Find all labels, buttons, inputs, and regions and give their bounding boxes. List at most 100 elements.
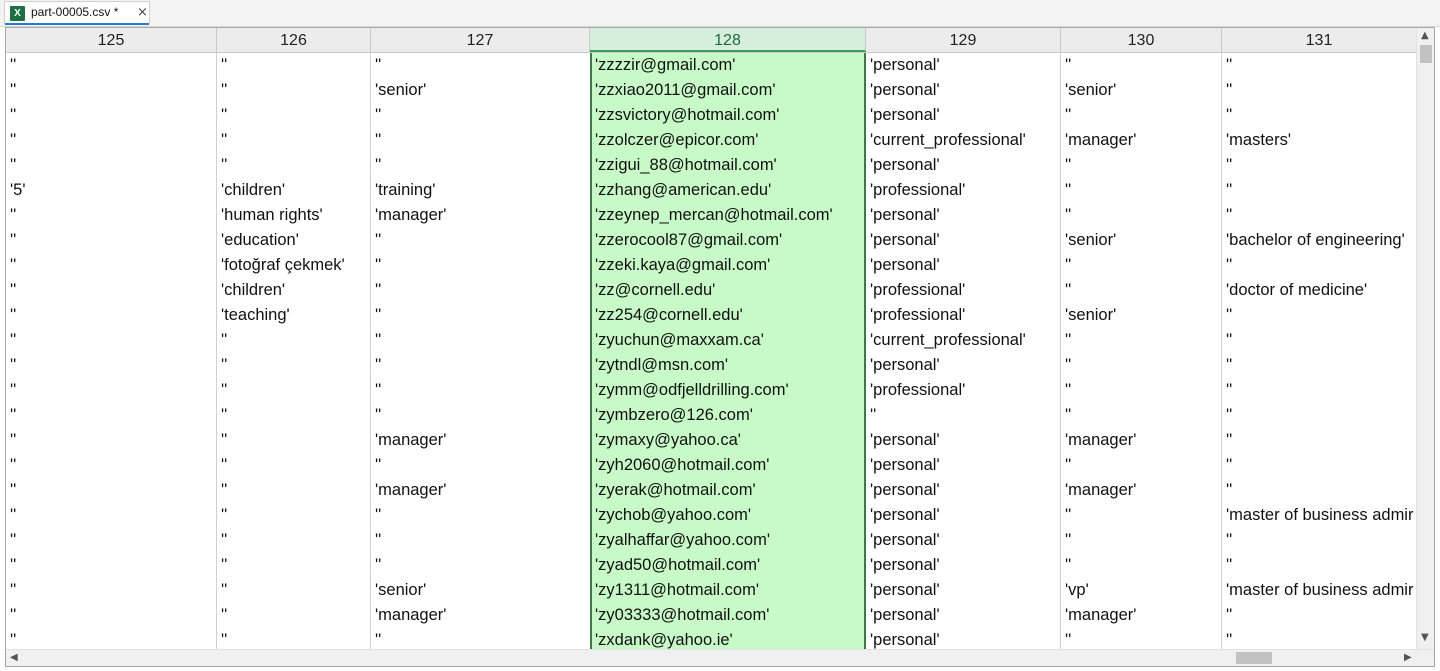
cell-col-131[interactable]: '' [1222, 203, 1416, 228]
cell-col-130[interactable]: 'manager' [1061, 478, 1221, 503]
cell-col-128[interactable]: 'zzeynep_mercan@hotmail.com' [591, 203, 866, 228]
cell-col-126[interactable]: '' [217, 328, 370, 353]
cell-col-129[interactable]: 'personal' [866, 353, 1060, 378]
cell-col-128[interactable]: 'zz254@cornell.edu' [591, 303, 866, 328]
cell-col-127[interactable]: '' [371, 53, 589, 78]
cell-col-126[interactable]: 'human rights' [217, 203, 370, 228]
scroll-left-icon[interactable]: ◀ [10, 652, 18, 663]
vertical-scroll-thumb[interactable] [1420, 45, 1432, 63]
cell-col-129[interactable]: 'personal' [866, 203, 1060, 228]
column-header-128[interactable]: 128 [590, 28, 866, 52]
cell-col-126[interactable]: 'teaching' [217, 303, 370, 328]
cell-col-126[interactable]: '' [217, 428, 370, 453]
cell-col-127[interactable]: '' [371, 253, 589, 278]
cell-col-125[interactable]: '' [6, 503, 216, 528]
cell-col-125[interactable]: '' [6, 228, 216, 253]
cell-col-130[interactable]: 'vp' [1061, 578, 1221, 603]
cell-col-128[interactable]: 'zymm@odfjelldrilling.com' [591, 378, 866, 403]
cell-col-125[interactable]: '' [6, 278, 216, 303]
cell-col-127[interactable]: 'senior' [371, 78, 589, 103]
cell-col-131[interactable]: 'master of business admir [1222, 578, 1416, 603]
cell-col-130[interactable]: '' [1061, 628, 1221, 650]
cell-col-126[interactable]: '' [217, 453, 370, 478]
cell-col-125[interactable]: '' [6, 303, 216, 328]
cell-col-130[interactable]: 'senior' [1061, 228, 1221, 253]
cell-col-126[interactable]: 'children' [217, 278, 370, 303]
cell-col-128[interactable]: 'zymaxy@yahoo.ca' [591, 428, 866, 453]
cell-col-127[interactable]: 'senior' [371, 578, 589, 603]
cell-col-129[interactable]: 'personal' [866, 478, 1060, 503]
cell-col-125[interactable]: '' [6, 528, 216, 553]
cell-col-131[interactable]: '' [1222, 153, 1416, 178]
cell-col-130[interactable]: '' [1061, 153, 1221, 178]
cell-col-129[interactable]: 'professional' [866, 178, 1060, 203]
cell-col-129[interactable]: 'personal' [866, 103, 1060, 128]
cell-col-131[interactable]: '' [1222, 378, 1416, 403]
cell-col-126[interactable]: '' [217, 603, 370, 628]
cell-col-130[interactable]: '' [1061, 278, 1221, 303]
cell-col-127[interactable]: '' [371, 278, 589, 303]
cell-col-130[interactable]: '' [1061, 453, 1221, 478]
cell-col-129[interactable]: '' [866, 403, 1060, 428]
cell-col-130[interactable]: 'manager' [1061, 428, 1221, 453]
cell-col-126[interactable]: '' [217, 553, 370, 578]
cell-col-131[interactable]: '' [1222, 253, 1416, 278]
cell-col-128[interactable]: 'zzolczer@epicor.com' [591, 128, 866, 153]
cell-col-128[interactable]: 'zymbzero@126.com' [591, 403, 866, 428]
cell-col-130[interactable]: '' [1061, 203, 1221, 228]
column-header-126[interactable]: 126 [217, 28, 371, 52]
cell-col-127[interactable]: '' [371, 453, 589, 478]
cell-col-127[interactable]: '' [371, 303, 589, 328]
cell-col-126[interactable]: '' [217, 403, 370, 428]
horizontal-scroll-thumb[interactable] [1236, 652, 1272, 664]
cell-col-128[interactable]: 'zzhang@american.edu' [591, 178, 866, 203]
close-icon[interactable]: × [137, 5, 148, 20]
cell-col-131[interactable]: 'doctor of medicine' [1222, 278, 1416, 303]
cell-col-125[interactable]: '' [6, 78, 216, 103]
cell-col-131[interactable]: 'bachelor of engineering' [1222, 228, 1416, 253]
cell-col-131[interactable]: '' [1222, 478, 1416, 503]
column-header-131[interactable]: 131 [1222, 28, 1417, 52]
cell-col-125[interactable]: '' [6, 153, 216, 178]
cell-col-129[interactable]: 'professional' [866, 303, 1060, 328]
cell-col-129[interactable]: 'current_professional' [866, 128, 1060, 153]
cell-col-126[interactable]: '' [217, 478, 370, 503]
cell-col-129[interactable]: 'current_professional' [866, 328, 1060, 353]
cell-col-125[interactable]: '' [6, 603, 216, 628]
cell-col-131[interactable]: '' [1222, 628, 1416, 650]
cell-col-128[interactable]: 'zyad50@hotmail.com' [591, 553, 866, 578]
cell-col-128[interactable]: 'zyuchun@maxxam.ca' [591, 328, 866, 353]
cell-col-130[interactable]: '' [1061, 528, 1221, 553]
cell-col-129[interactable]: 'personal' [866, 53, 1060, 78]
cell-col-131[interactable]: '' [1222, 178, 1416, 203]
cell-col-130[interactable]: '' [1061, 403, 1221, 428]
cell-col-131[interactable]: '' [1222, 403, 1416, 428]
cell-col-125[interactable]: '' [6, 553, 216, 578]
cell-col-125[interactable]: '' [6, 53, 216, 78]
cell-col-126[interactable]: '' [217, 153, 370, 178]
cell-col-127[interactable]: '' [371, 528, 589, 553]
scroll-up-icon[interactable]: ▲ [1421, 30, 1429, 41]
cell-col-128[interactable]: 'zzxiao2011@gmail.com' [591, 78, 866, 103]
vertical-scrollbar[interactable]: ▲ ▼ [1416, 28, 1434, 650]
cell-col-131[interactable]: '' [1222, 528, 1416, 553]
cell-col-128[interactable]: 'zychob@yahoo.com' [591, 503, 866, 528]
cell-col-128[interactable]: 'zy1311@hotmail.com' [591, 578, 866, 603]
cell-col-126[interactable]: '' [217, 528, 370, 553]
cell-col-130[interactable]: '' [1061, 253, 1221, 278]
cell-col-126[interactable]: 'fotoğraf çekmek' [217, 253, 370, 278]
cell-col-129[interactable]: 'personal' [866, 78, 1060, 103]
cell-col-131[interactable]: '' [1222, 53, 1416, 78]
cell-col-127[interactable]: '' [371, 103, 589, 128]
cell-col-128[interactable]: 'zzsvictory@hotmail.com' [591, 103, 866, 128]
cell-col-129[interactable]: 'personal' [866, 553, 1060, 578]
cell-col-127[interactable]: '' [371, 228, 589, 253]
cell-col-125[interactable]: '' [6, 128, 216, 153]
cell-col-130[interactable]: '' [1061, 53, 1221, 78]
cell-col-125[interactable]: '' [6, 353, 216, 378]
cell-col-130[interactable]: '' [1061, 553, 1221, 578]
horizontal-scrollbar[interactable]: ◀ ▶ [6, 649, 1434, 666]
cell-col-126[interactable]: '' [217, 128, 370, 153]
cell-col-128[interactable]: 'zzzzir@gmail.com' [591, 53, 866, 78]
cell-col-129[interactable]: 'personal' [866, 253, 1060, 278]
